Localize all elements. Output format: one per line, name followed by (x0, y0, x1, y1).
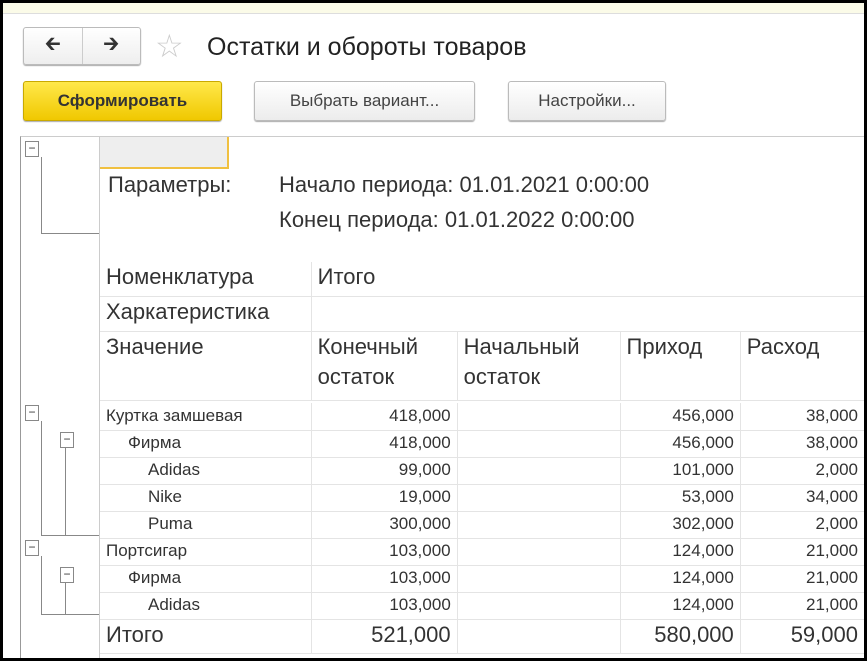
header-row: Номенклатура Итого (100, 262, 864, 297)
params-label: Параметры: (108, 172, 232, 197)
row-name: Adidas (100, 457, 312, 484)
expense-cell: 21,000 (806, 568, 858, 587)
navigation-buttons: 🡰 🡲 (23, 27, 141, 65)
total-label: Итого (100, 619, 312, 653)
collapse-group-toggle[interactable]: − (25, 540, 39, 556)
period-end: Конец периода: 01.01.2022 0:00:00 (279, 207, 635, 232)
row-name: Куртка замшевая (100, 403, 312, 430)
collapse-params-toggle[interactable]: − (25, 141, 39, 157)
expense-cell: 21,000 (806, 595, 858, 614)
start-balance-cell (458, 484, 621, 511)
table-row[interactable]: Фирма 418,000 456,000 38,000 (100, 430, 864, 458)
row-name: Фирма (100, 430, 312, 457)
header-row: Харкатеристика (100, 297, 864, 332)
favorite-star-icon[interactable]: ☆ (155, 27, 184, 65)
row-name: Nike (100, 484, 312, 511)
page-title: Остатки и обороты товаров (207, 33, 527, 61)
header-row: Значение Конечный остаток Начальный оста… (100, 332, 864, 401)
expense-cell: 2,000 (815, 460, 858, 479)
report-spreadsheet[interactable]: − − − − − Параметры: Начало периода: 01.… (20, 136, 864, 658)
report-window: 🡰 🡲 ☆ Остатки и обороты товаров Сформиро… (3, 3, 864, 658)
row-name: Фирма (100, 565, 312, 592)
expense-cell: 21,000 (805, 541, 858, 560)
row-name: Puma (100, 511, 312, 538)
header-income: Приход (621, 332, 741, 400)
table-row[interactable]: Adidas 103,000 124,000 21,000 (100, 592, 864, 620)
end-balance-cell: 99,000 (312, 457, 458, 484)
forward-button[interactable]: 🡲 (81, 28, 141, 64)
end-balance-cell: 103,000 (312, 592, 458, 619)
collapse-subgroup-toggle[interactable]: − (60, 432, 74, 448)
header-start-balance: Начальный остаток (458, 332, 621, 400)
header-end-balance: Конечный остаток (312, 332, 458, 400)
total-end-balance: 521,000 (312, 619, 458, 653)
total-income: 580,000 (621, 619, 741, 653)
arrow-right-icon: 🡲 (103, 33, 120, 55)
income-cell: 456,000 (621, 403, 741, 430)
expense-cell: 38,000 (806, 433, 858, 452)
settings-button[interactable]: Настройки... (508, 81, 666, 121)
expense-cell: 34,000 (806, 487, 858, 506)
table-row[interactable]: Puma 300,000 302,000 2,000 (100, 511, 864, 539)
end-balance-cell: 418,000 (312, 403, 458, 430)
header-value: Значение (100, 332, 312, 400)
end-balance-cell: 300,000 (312, 511, 458, 538)
start-balance-cell (458, 565, 621, 592)
expense-cell: 2,000 (815, 514, 858, 533)
top-strip (3, 3, 864, 14)
table-row[interactable]: Портсигар 103,000 124,000 21,000 (100, 538, 864, 566)
end-balance-cell: 103,000 (312, 565, 458, 592)
header-total-group: Итого (317, 264, 376, 289)
row-name: Adidas (100, 592, 312, 619)
generate-button[interactable]: Сформировать (23, 81, 222, 121)
end-balance-cell: 418,000 (312, 430, 458, 457)
start-balance-cell (458, 511, 621, 538)
back-button[interactable]: 🡰 (24, 28, 82, 64)
start-balance-cell (458, 403, 621, 430)
arrow-left-icon: 🡰 (44, 33, 61, 55)
income-cell: 101,000 (621, 457, 741, 484)
grouping-gutter: − − − − − (21, 137, 100, 658)
selected-cell[interactable] (100, 137, 229, 169)
income-cell: 456,000 (621, 430, 741, 457)
table-row[interactable]: Куртка замшевая 418,000 456,000 38,000 (100, 403, 864, 431)
income-cell: 124,000 (621, 538, 741, 565)
collapse-group-toggle[interactable]: − (25, 405, 39, 421)
income-cell: 302,000 (621, 511, 741, 538)
period-start: Начало периода: 01.01.2021 0:00:00 (279, 172, 650, 197)
table-row[interactable]: Фирма 103,000 124,000 21,000 (100, 565, 864, 593)
expense-cell: 38,000 (805, 406, 858, 425)
income-cell: 124,000 (621, 565, 741, 592)
header-nomenclature: Номенклатура (100, 262, 312, 296)
row-name: Портсигар (100, 538, 312, 565)
start-balance-cell (458, 430, 621, 457)
start-balance-cell (458, 592, 621, 619)
table-row[interactable]: Nike 19,000 53,000 34,000 (100, 484, 864, 512)
start-balance-cell (458, 457, 621, 484)
total-start-balance (458, 619, 621, 653)
choose-variant-button[interactable]: Выбрать вариант... (254, 81, 475, 121)
total-expense: 59,000 (790, 622, 858, 647)
header-expense: Расход (746, 334, 820, 359)
end-balance-cell: 103,000 (312, 538, 458, 565)
collapse-subgroup-toggle[interactable]: − (60, 567, 74, 583)
total-row: Итого 521,000 580,000 59,000 (100, 619, 864, 654)
income-cell: 124,000 (621, 592, 741, 619)
table-row[interactable]: Adidas 99,000 101,000 2,000 (100, 457, 864, 485)
end-balance-cell: 19,000 (312, 484, 458, 511)
header-characteristic: Харкатеристика (100, 297, 312, 331)
start-balance-cell (458, 538, 621, 565)
income-cell: 53,000 (621, 484, 741, 511)
